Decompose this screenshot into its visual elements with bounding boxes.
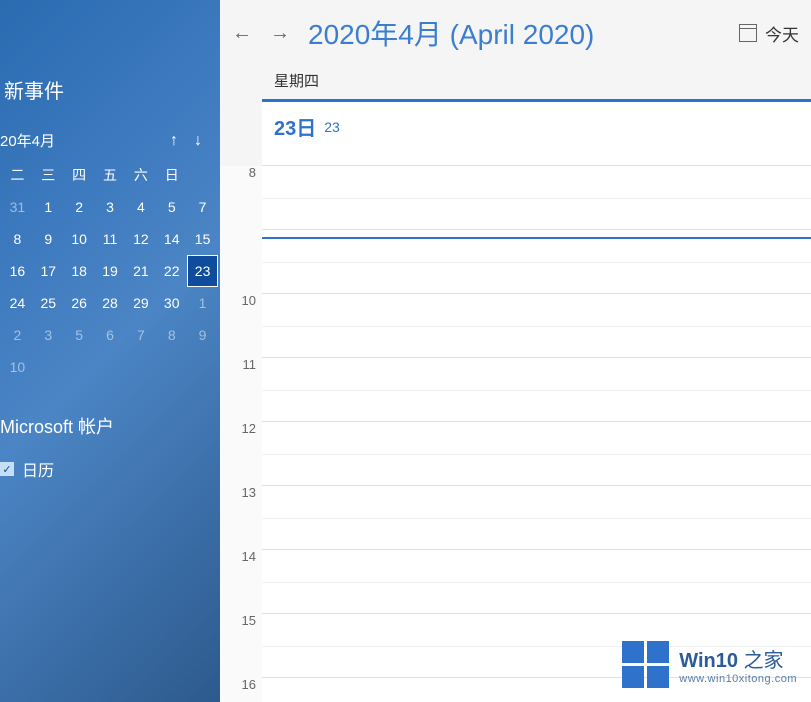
- main-header: ← → 2020年4月 (April 2020) 今天: [220, 0, 811, 66]
- account-title[interactable]: Microsoft 帐户: [0, 407, 220, 445]
- current-time-line: [262, 237, 811, 239]
- mini-cal-day[interactable]: 29: [125, 287, 156, 319]
- calendar-toggle-item[interactable]: ✓ 日历: [0, 445, 220, 489]
- mini-cal-day[interactable]: 2: [2, 319, 33, 351]
- mini-cal-day[interactable]: 11: [95, 223, 126, 255]
- mini-cal-weekday: 三: [33, 159, 64, 191]
- time-slot-row[interactable]: [262, 422, 811, 486]
- mini-calendar-header: 20年4月 ↑ ↓: [0, 122, 220, 159]
- main-panel: ← → 2020年4月 (April 2020) 今天 星期四 23日 23 8…: [220, 0, 811, 702]
- mini-cal-day[interactable]: 2: [64, 191, 95, 223]
- day-header[interactable]: 23日 23: [262, 99, 811, 166]
- time-slots[interactable]: [262, 166, 811, 702]
- mini-cal-weekday: 日: [156, 159, 187, 191]
- time-label: 11: [243, 357, 257, 372]
- mini-cal-day[interactable]: 7: [125, 319, 156, 351]
- mini-cal-day[interactable]: 8: [156, 319, 187, 351]
- sidebar: 新事件 20年4月 ↑ ↓ 二三四五六日 3112345789101112141…: [0, 0, 220, 702]
- mini-cal-day[interactable]: 22: [156, 255, 187, 287]
- mini-cal-day[interactable]: 19: [95, 255, 126, 287]
- watermark-url: www.win10xitong.com: [679, 673, 797, 685]
- mini-cal-day[interactable]: 15: [187, 223, 218, 255]
- time-slot-row[interactable]: [262, 550, 811, 614]
- time-label: 12: [242, 421, 256, 436]
- mini-cal-day[interactable]: 23: [187, 255, 218, 287]
- mini-cal-day[interactable]: 26: [64, 287, 95, 319]
- mini-cal-day[interactable]: 25: [33, 287, 64, 319]
- mini-cal-day[interactable]: 3: [95, 191, 126, 223]
- mini-cal-day[interactable]: 10: [64, 223, 95, 255]
- mini-cal-day[interactable]: 16: [2, 255, 33, 287]
- mini-cal-day[interactable]: 5: [64, 319, 95, 351]
- time-slot-row[interactable]: [262, 294, 811, 358]
- time-slot-row[interactable]: [262, 358, 811, 422]
- nav-prev-button[interactable]: ←: [232, 22, 252, 45]
- mini-cal-day[interactable]: 10: [2, 351, 33, 383]
- watermark-title: Win10 之家: [679, 644, 797, 673]
- watermark: Win10 之家 www.win10xitong.com: [622, 641, 797, 688]
- day-date-big: 23日: [274, 112, 316, 141]
- today-label: 今天: [765, 21, 799, 46]
- calendar-item-label: 日历: [22, 457, 54, 481]
- mini-cal-day[interactable]: 9: [187, 319, 218, 351]
- mini-cal-weekday-row: 二三四五六日: [0, 159, 220, 191]
- mini-cal-day[interactable]: 6: [95, 319, 126, 351]
- mini-cal-day[interactable]: 5: [156, 191, 187, 223]
- time-label: 13: [242, 485, 256, 500]
- mini-cal-day[interactable]: 17: [33, 255, 64, 287]
- mini-cal-day[interactable]: 28: [95, 287, 126, 319]
- mini-cal-day[interactable]: 9: [33, 223, 64, 255]
- mini-cal-day[interactable]: 21: [125, 255, 156, 287]
- mini-cal-weekday: 五: [95, 159, 126, 191]
- calendar-icon: [739, 24, 757, 42]
- month-prev-button[interactable]: ↑: [170, 132, 178, 150]
- day-date-small: 23: [324, 119, 340, 135]
- mini-cal-day[interactable]: 1: [33, 191, 64, 223]
- mini-cal-day[interactable]: 24: [2, 287, 33, 319]
- mini-cal-month-label: 20年4月: [0, 130, 170, 151]
- mini-cal-day[interactable]: 8: [2, 223, 33, 255]
- time-label: 15: [242, 613, 256, 628]
- time-label: 14: [242, 549, 256, 564]
- checkbox-icon: ✓: [0, 462, 14, 476]
- mini-cal-day[interactable]: 31: [2, 191, 33, 223]
- mini-cal-weekday: 二: [2, 159, 33, 191]
- mini-cal-days-grid: 3112345789101112141516171819212223242526…: [0, 191, 220, 383]
- time-grid: 8101112131415169:07: [220, 166, 811, 702]
- nav-next-button[interactable]: →: [270, 22, 290, 45]
- new-event-button[interactable]: 新事件: [0, 65, 220, 114]
- time-slot-row[interactable]: [262, 486, 811, 550]
- time-slot-row[interactable]: [262, 230, 811, 294]
- windows-logo-icon: [622, 641, 669, 688]
- time-gutter: 8101112131415169:07: [220, 166, 262, 702]
- mini-cal-weekday: 四: [64, 159, 95, 191]
- mini-cal-day[interactable]: 14: [156, 223, 187, 255]
- mini-cal-day[interactable]: 12: [125, 223, 156, 255]
- today-button[interactable]: 今天: [739, 21, 799, 46]
- mini-cal-day[interactable]: 3: [33, 319, 64, 351]
- month-title[interactable]: 2020年4月 (April 2020): [308, 13, 739, 53]
- time-slot-row[interactable]: [262, 166, 811, 230]
- mini-cal-day[interactable]: 18: [64, 255, 95, 287]
- mini-cal-day[interactable]: 1: [187, 287, 218, 319]
- weekday-label: 星期四: [220, 66, 811, 99]
- mini-cal-day[interactable]: 7: [187, 191, 218, 223]
- month-next-button[interactable]: ↓: [194, 132, 202, 150]
- mini-cal-weekday: 六: [125, 159, 156, 191]
- mini-cal-day[interactable]: 4: [125, 191, 156, 223]
- time-label: 10: [242, 293, 256, 308]
- time-label: 16: [242, 677, 256, 692]
- mini-cal-day[interactable]: 30: [156, 287, 187, 319]
- time-label: 8: [249, 166, 256, 180]
